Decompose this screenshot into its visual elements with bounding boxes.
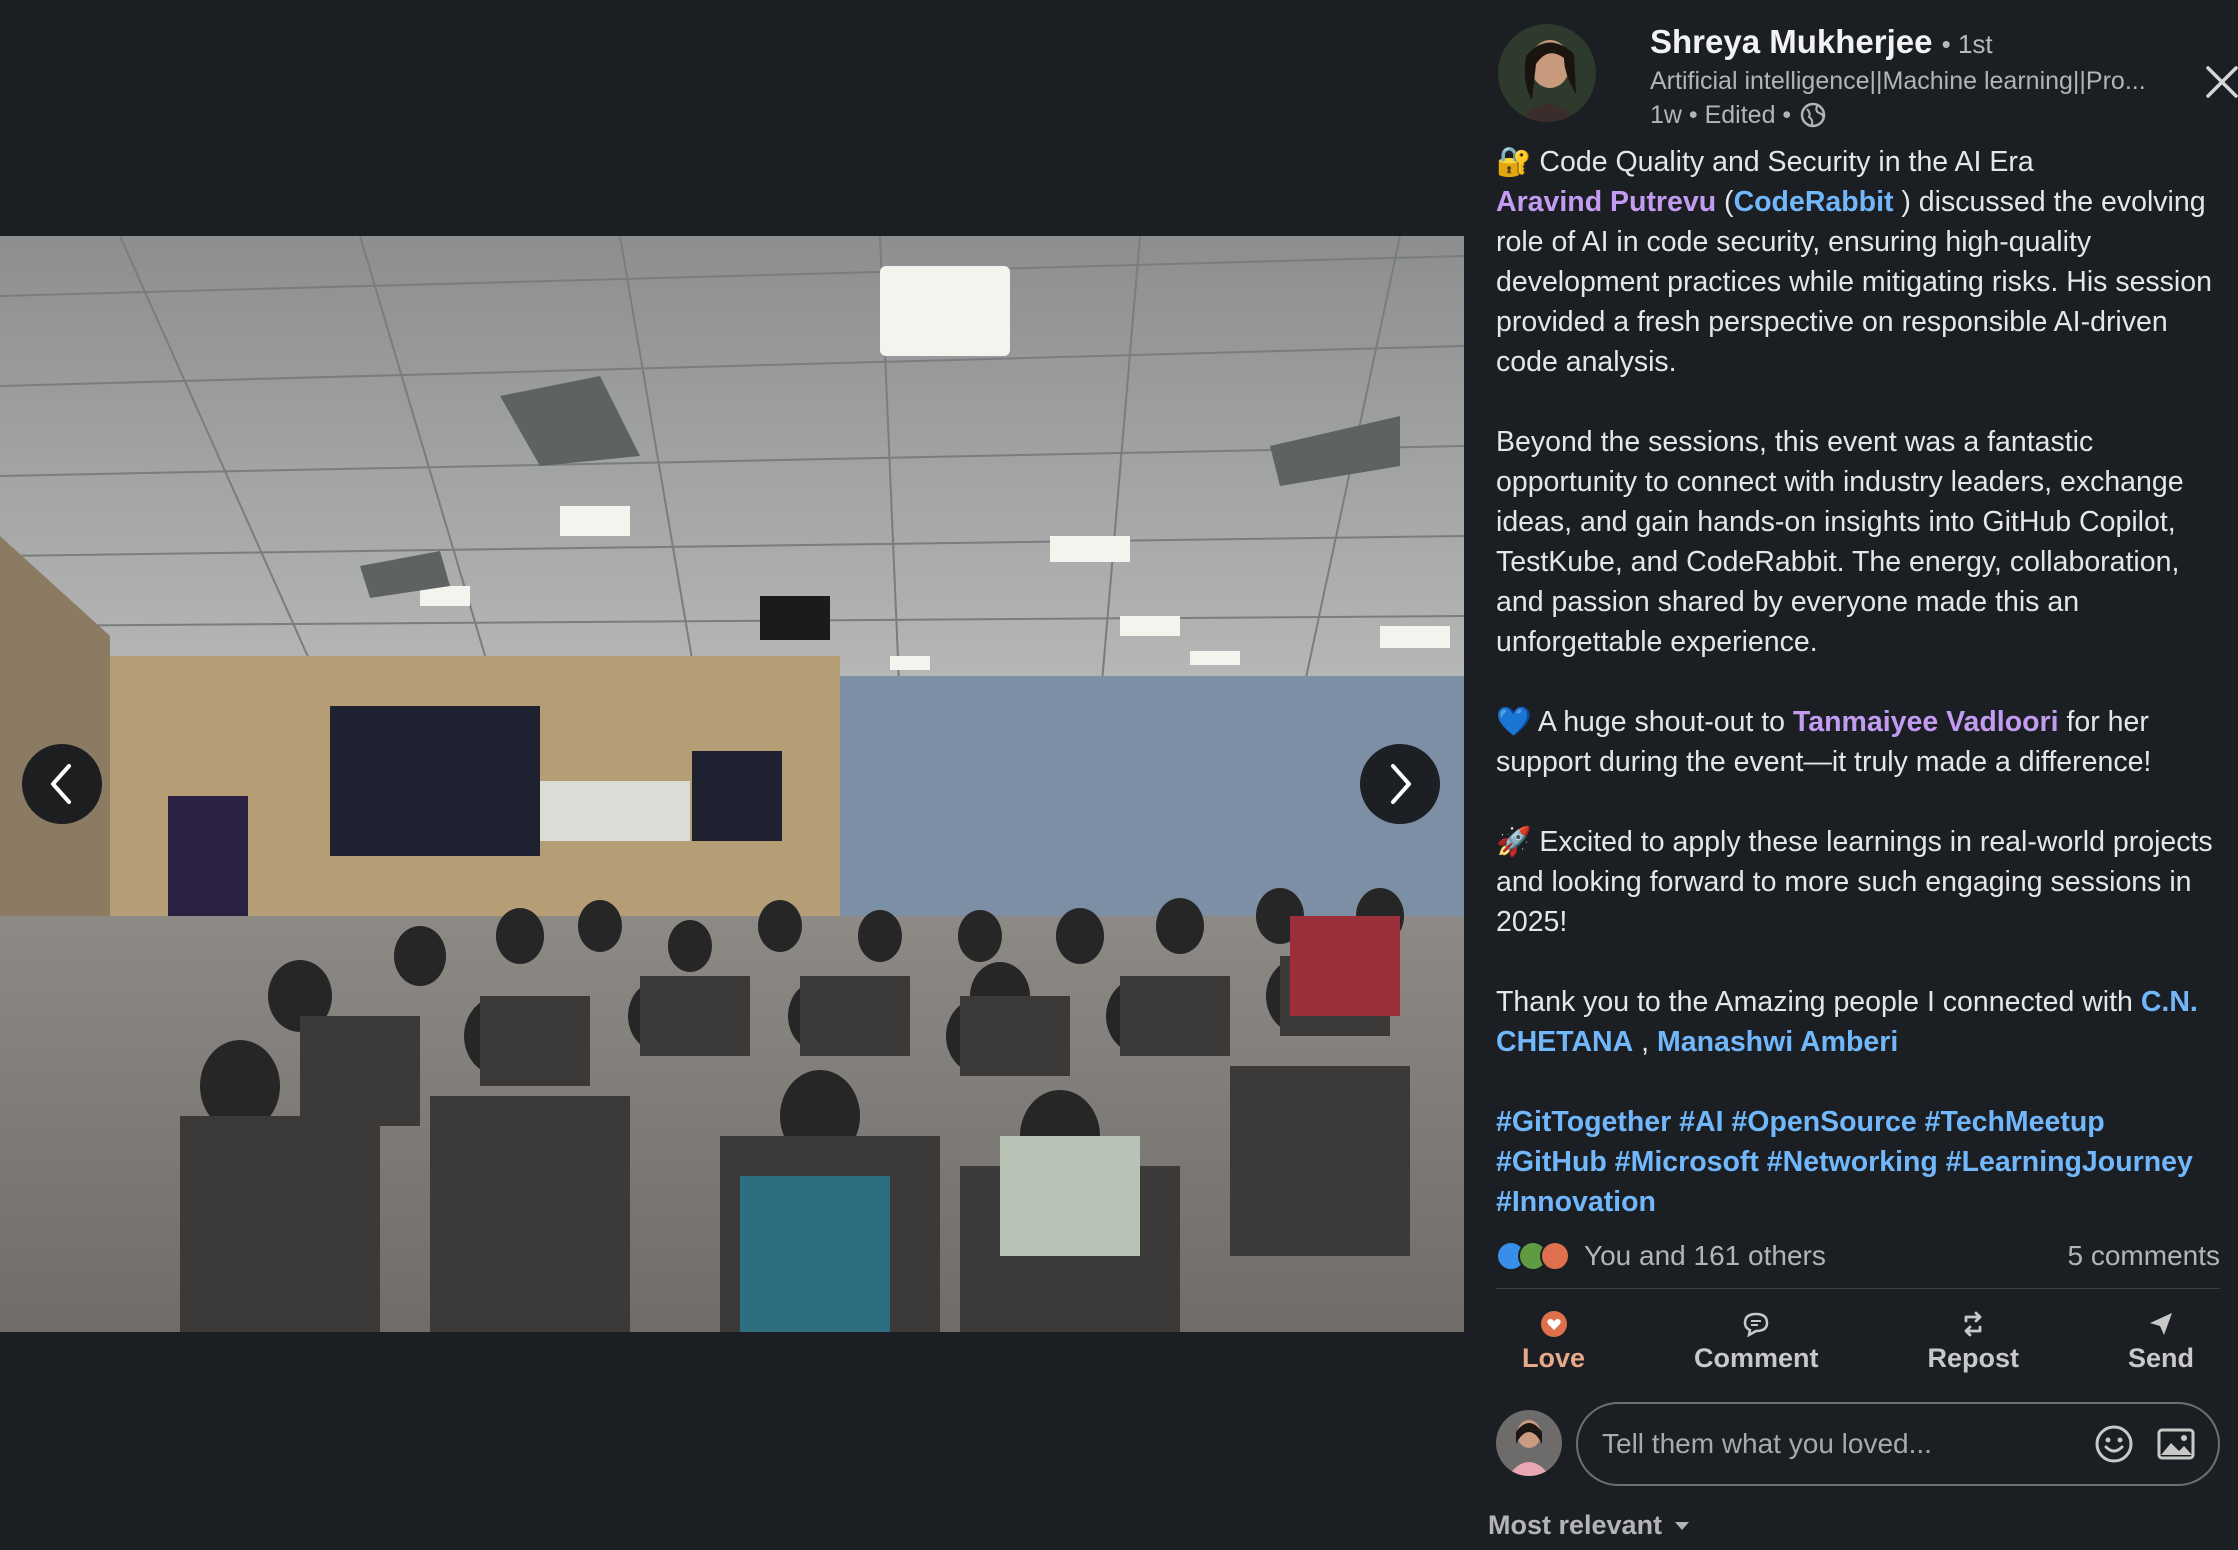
rocket-emoji: 🚀 xyxy=(1496,825,1532,858)
love-reaction-icon xyxy=(1540,1310,1567,1337)
divider xyxy=(1496,1288,2220,1289)
reactions-bar: You and 161 others 5 comments xyxy=(1496,1236,2220,1276)
next-image-button[interactable] xyxy=(1360,744,1440,824)
hashtag[interactable]: #TechMeetup xyxy=(1925,1106,2105,1138)
connection-degree: • 1st xyxy=(1941,29,1993,59)
emoji-icon[interactable] xyxy=(2092,1422,2136,1466)
reaction-icons xyxy=(1496,1241,1570,1271)
love-label: Love xyxy=(1522,1342,1586,1373)
auditorium-photo xyxy=(0,236,1464,1332)
comment-sort-dropdown[interactable]: Most relevant xyxy=(1488,1510,1692,1541)
image-icon[interactable] xyxy=(2154,1422,2198,1466)
mention-aravind-putrevu[interactable]: Aravind Putrevu xyxy=(1496,186,1716,218)
author-meta: Shreya Mukherjee • 1st Artificial intell… xyxy=(1650,22,2170,132)
post-paragraph-5-before: Thank you to the Amazing people I connec… xyxy=(1496,986,2141,1018)
hashtag[interactable]: #GitHub xyxy=(1496,1146,1607,1178)
mention-tanmaiyee-vadloori[interactable]: Tanmaiyee Vadloori xyxy=(1793,706,2059,738)
current-user-avatar[interactable] xyxy=(1496,1410,1562,1476)
close-button[interactable] xyxy=(2198,58,2238,106)
social-actions: Love Comment Repost Send xyxy=(1496,1300,2220,1382)
mention-coderabbit[interactable]: CodeRabbit xyxy=(1734,186,1894,218)
love-button[interactable]: Love xyxy=(1496,1309,1611,1374)
author-avatar[interactable] xyxy=(1498,24,1596,122)
author-avatar-image xyxy=(1498,24,1596,122)
hashtags: #GitTogether #AI #OpenSource #TechMeetup… xyxy=(1496,1102,2220,1222)
post-time-text: 1w • Edited • xyxy=(1650,101,1792,129)
mention-separator: , xyxy=(1633,1026,1657,1058)
send-button[interactable]: Send xyxy=(2102,1309,2220,1374)
comments-count[interactable]: 5 comments xyxy=(2068,1240,2221,1272)
post-paragraph-1-title: Code Quality and Security in the AI Era xyxy=(1531,146,2034,178)
comment-input[interactable] xyxy=(1600,1427,2074,1461)
author-name[interactable]: Shreya Mukherjee xyxy=(1650,23,1932,60)
hashtag[interactable]: #GitTogether xyxy=(1496,1106,1671,1138)
post-paragraph-1: 🔐 Code Quality and Security in the AI Er… xyxy=(1496,142,2220,382)
mention-manashwi-amberi[interactable]: Manashwi Amberi xyxy=(1657,1026,1898,1058)
comment-input-container xyxy=(1576,1402,2220,1486)
chevron-right-icon xyxy=(1391,764,1411,804)
current-user-avatar-image xyxy=(1496,1410,1562,1476)
post-text: 🔐 Code Quality and Security in the AI Er… xyxy=(1496,142,2220,1262)
post-paragraph-4-text: Excited to apply these learnings in real… xyxy=(1496,826,2213,938)
post-paragraph-3-before: A huge shout-out to xyxy=(1531,706,1793,738)
post-paragraph-5: Thank you to the Amazing people I connec… xyxy=(1496,982,2220,1062)
blue-heart-emoji: 💙 xyxy=(1496,705,1532,738)
chevron-left-icon xyxy=(51,764,71,804)
post-paragraph-2: Beyond the sessions, this event was a fa… xyxy=(1496,426,2184,658)
comment-label: Comment xyxy=(1694,1342,1819,1373)
post-panel: Shreya Mukherjee • 1st Artificial intell… xyxy=(1464,0,2238,1550)
hashtag[interactable]: #OpenSource xyxy=(1731,1106,1916,1138)
comment-composer xyxy=(1496,1402,2220,1488)
hashtag[interactable]: #AI xyxy=(1679,1106,1723,1138)
paren-text: ( xyxy=(1716,186,1734,218)
sort-label: Most relevant xyxy=(1488,1510,1663,1540)
comment-button[interactable]: Comment xyxy=(1668,1309,1845,1374)
post-photo xyxy=(0,236,1464,1332)
repost-label: Repost xyxy=(1927,1342,2019,1373)
reactions-count: You and 161 others xyxy=(1584,1240,1826,1271)
reactions-summary[interactable]: You and 161 others xyxy=(1496,1240,1826,1272)
hashtag[interactable]: #Networking xyxy=(1767,1146,1938,1178)
repost-button[interactable]: Repost xyxy=(1901,1309,2045,1374)
repost-icon xyxy=(1964,1311,1982,1336)
caret-down-icon xyxy=(1675,1521,1690,1530)
hashtag[interactable]: #LearningJourney xyxy=(1946,1146,2193,1178)
post-paragraph-4: 🚀 Excited to apply these learnings in re… xyxy=(1496,822,2220,942)
love-icon xyxy=(1540,1241,1570,1271)
comment-icon xyxy=(1743,1312,1769,1337)
author-name-line: Shreya Mukherjee • 1st xyxy=(1650,22,2170,64)
previous-image-button[interactable] xyxy=(22,744,102,824)
hashtag[interactable]: #Innovation xyxy=(1496,1186,1656,1218)
globe-icon xyxy=(1800,102,1826,128)
send-label: Send xyxy=(2127,1342,2194,1373)
author-header: Shreya Mukherjee • 1st Artificial intell… xyxy=(1498,22,2238,132)
post-timestamp: 1w • Edited • xyxy=(1650,98,2170,132)
media-viewer xyxy=(0,0,1464,1550)
lock-key-emoji: 🔐 xyxy=(1496,145,1532,178)
send-icon xyxy=(2149,1312,2172,1335)
hashtag[interactable]: #Microsoft xyxy=(1615,1146,1759,1178)
author-headline: Artificial intelligence||Machine learnin… xyxy=(1650,67,2146,95)
close-icon xyxy=(2206,66,2238,98)
post-paragraph-3: 💙 A huge shout-out to Tanmaiyee Vadloori… xyxy=(1496,702,2220,782)
